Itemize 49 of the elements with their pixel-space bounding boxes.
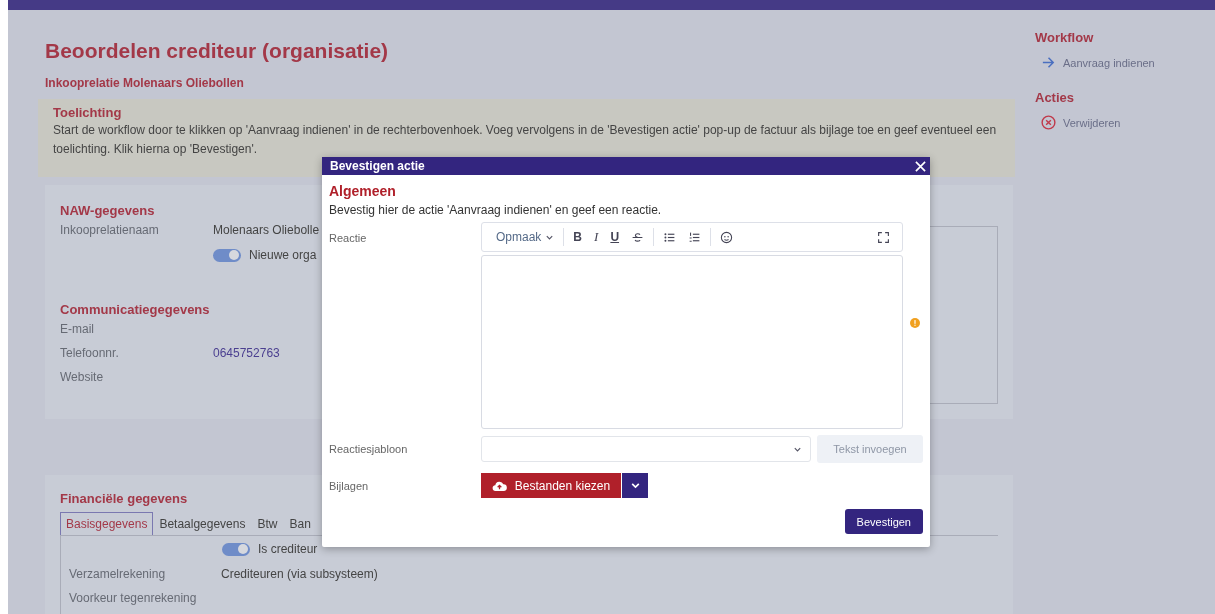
underline-button[interactable]: U	[604, 230, 626, 244]
cloud-upload-icon	[491, 479, 507, 492]
section-title: Financiële gegevens	[60, 491, 188, 506]
field-value: Crediteuren (via subsysteem)	[221, 567, 378, 581]
remove-icon	[1041, 115, 1056, 130]
page-subtitle: Inkooprelatie Molenaars Oliebollen	[45, 76, 245, 90]
page-title: Beoordelen crediteur (organisatie)	[45, 38, 390, 64]
field-label: Bijlagen	[329, 479, 370, 492]
field-label: Inkooprelatienaam	[60, 223, 160, 237]
phone-link[interactable]: 0645752763	[213, 346, 280, 360]
info-text: Start de workflow door te klikken op 'Aanvraag indienen' in de rechterbovenhoek. Voeg vervolgens in de 'Bevestigen actie' pop-up de factuur als bijlage toe en geef eventueel een toelichting. Klik hierna op 'Bevestigen'.	[53, 122, 998, 158]
bullet-list-icon[interactable]	[663, 230, 677, 244]
close-icon[interactable]	[915, 160, 926, 172]
field-label: E-mail	[60, 322, 95, 336]
tab[interactable]: Btw	[251, 512, 284, 535]
section-title: Communicatiegegevens	[60, 302, 210, 317]
section-title: NAW-gegevens	[60, 203, 155, 218]
toggle-switch[interactable]	[213, 248, 241, 262]
dialog-description: Bevestig hier de actie 'Aanvraag indienen' en geef een reactie.	[329, 203, 663, 217]
format-dropdown[interactable]: Opmaak	[488, 230, 561, 244]
numbered-list-icon[interactable]	[688, 230, 702, 244]
bold-button[interactable]: B	[567, 230, 589, 244]
strikethrough-icon[interactable]	[631, 230, 645, 244]
dialog-section-title: Algemeen	[329, 183, 397, 199]
fullscreen-icon[interactable]	[877, 230, 890, 244]
upload-button[interactable]: Bestanden kiezen	[481, 473, 621, 498]
tab[interactable]: Basisgegevens	[60, 512, 154, 535]
tab[interactable]: Betaalgegevens	[153, 512, 252, 535]
dialog-title: Bevestigen actie	[330, 159, 425, 173]
sidebar-heading: Acties	[1035, 90, 1076, 105]
toggle-switch[interactable]	[222, 542, 250, 556]
toggle-label: Is crediteur	[258, 542, 318, 556]
tab[interactable]: Ban	[283, 512, 317, 535]
field-value: Molenaars Oliebolle	[213, 223, 320, 237]
field-label: Website	[60, 370, 105, 384]
sidebar-heading: Workflow	[1035, 30, 1095, 45]
field-label: Telefoonnr.	[60, 346, 120, 360]
info-title: Toelichting	[53, 105, 123, 120]
dropdown-button[interactable]	[622, 473, 648, 498]
field-label: Verzamelrekening	[69, 567, 167, 581]
arrow-icon	[1041, 55, 1056, 70]
field-label: Reactiesjabloon	[329, 443, 409, 455]
confirm-button[interactable]: Bevestigen	[844, 509, 923, 534]
field-label: Reactie	[329, 231, 368, 244]
warning-icon	[910, 318, 920, 328]
italic-button[interactable]: I	[588, 229, 605, 245]
smiley-icon[interactable]	[720, 230, 734, 244]
toggle-label: Nieuwe orga	[249, 248, 317, 262]
field-label: Voorkeur tegenrekening	[69, 591, 198, 605]
